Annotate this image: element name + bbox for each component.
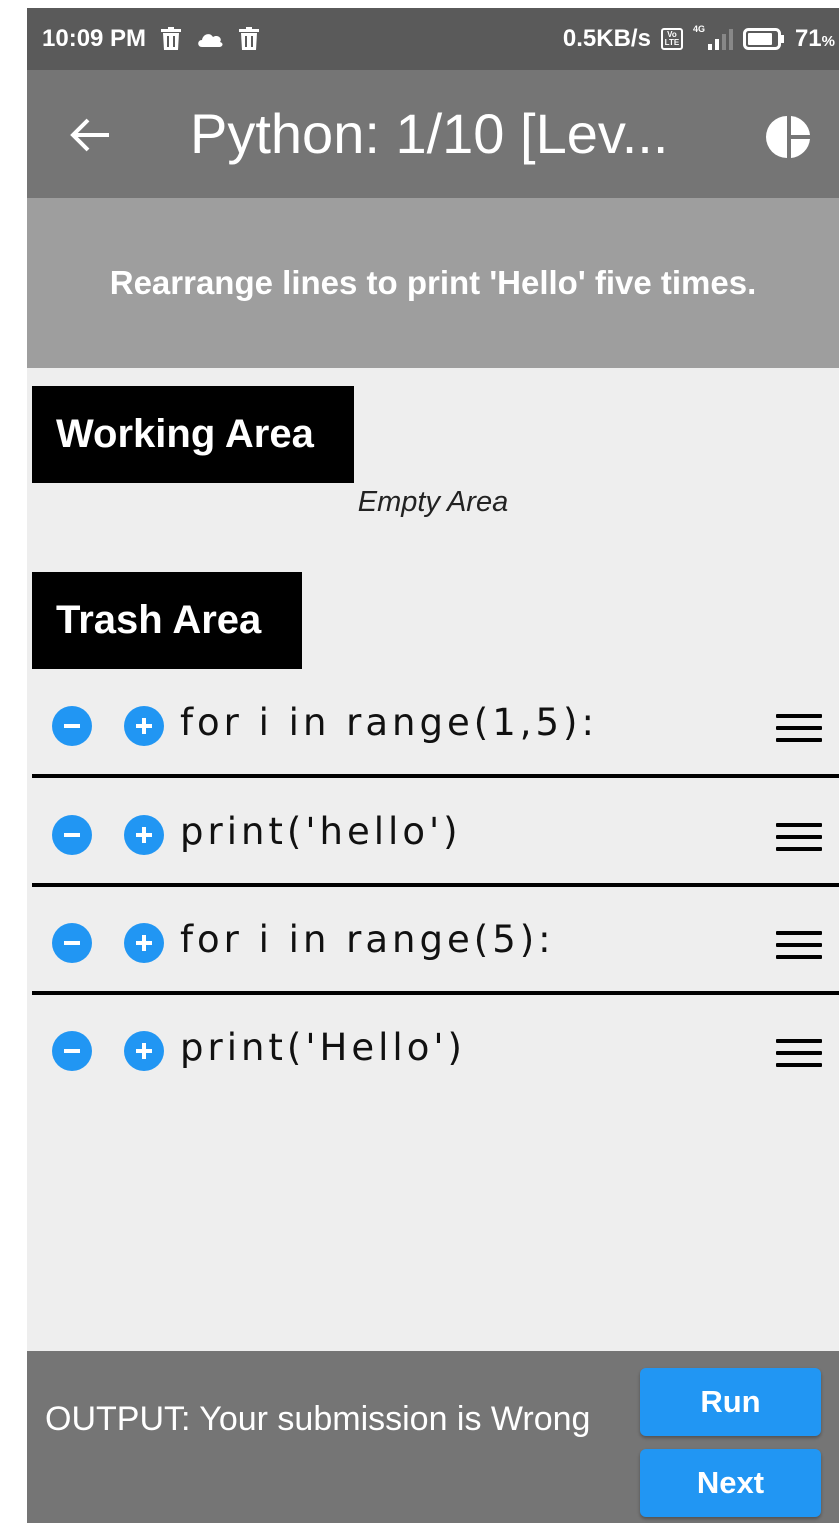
pie-chart-icon bbox=[766, 116, 810, 158]
remove-line-button[interactable] bbox=[52, 923, 92, 963]
add-line-button[interactable] bbox=[124, 815, 164, 855]
app-screen: 10:09 PM 0.5KB/s Vo LTE 4G 71% Python: 1… bbox=[27, 8, 839, 1523]
signal-icon: 4G bbox=[693, 24, 733, 50]
arrow-left-icon bbox=[70, 118, 109, 152]
remove-line-button[interactable] bbox=[52, 706, 92, 746]
drag-handle-icon[interactable] bbox=[776, 1039, 822, 1067]
run-button[interactable]: Run bbox=[640, 1368, 821, 1436]
battery-percent: 71% bbox=[794, 25, 835, 52]
volte-icon: Vo LTE bbox=[660, 28, 683, 50]
output-text: OUTPUT: Your submission is Wrong bbox=[45, 1400, 591, 1438]
minus-icon bbox=[64, 724, 80, 728]
trash-notification-icon bbox=[160, 27, 182, 51]
drag-handle-icon[interactable] bbox=[776, 823, 822, 851]
page-title: Python: 1/10 [Lev... bbox=[190, 102, 669, 165]
code-line-text: print('Hello') bbox=[180, 1026, 466, 1069]
code-line-row[interactable]: print('hello') bbox=[32, 779, 839, 887]
code-line-row[interactable]: print('Hello') bbox=[32, 995, 839, 1103]
plus-icon bbox=[136, 827, 152, 843]
next-button[interactable]: Next bbox=[640, 1449, 821, 1517]
add-line-button[interactable] bbox=[124, 706, 164, 746]
working-area-empty-text: Empty Area bbox=[357, 486, 509, 518]
working-area-label: Working Area bbox=[32, 386, 354, 483]
network-speed: 0.5KB/s bbox=[562, 25, 651, 52]
remove-line-button[interactable] bbox=[52, 1031, 92, 1071]
code-line-text: for i in range(5): bbox=[180, 918, 555, 961]
drag-handle-icon[interactable] bbox=[776, 714, 822, 742]
add-line-button[interactable] bbox=[124, 1031, 164, 1071]
instruction-banner: Rearrange lines to print 'Hello' five ti… bbox=[27, 198, 839, 368]
minus-icon bbox=[64, 941, 80, 945]
minus-icon bbox=[64, 1049, 80, 1053]
code-line-row[interactable]: for i in range(5): bbox=[32, 887, 839, 995]
minus-icon bbox=[64, 833, 80, 837]
back-button[interactable] bbox=[65, 110, 115, 160]
app-bar: Python: 1/10 [Lev... bbox=[27, 70, 839, 198]
stats-button[interactable] bbox=[765, 113, 813, 161]
add-line-button[interactable] bbox=[124, 923, 164, 963]
plus-icon bbox=[136, 718, 152, 734]
status-right: 0.5KB/s Vo LTE 4G 71% bbox=[563, 8, 835, 70]
code-line-row[interactable]: for i in range(1,5): bbox=[32, 670, 839, 778]
status-time: 10:09 PM bbox=[42, 25, 147, 52]
code-line-text: for i in range(1,5): bbox=[180, 701, 598, 744]
battery-icon bbox=[742, 27, 785, 51]
code-line-text: print('hello') bbox=[180, 810, 462, 853]
status-left: 10:09 PM bbox=[42, 8, 260, 70]
drag-handle-icon[interactable] bbox=[776, 931, 822, 959]
output-panel: OUTPUT: Your submission is Wrong Run Nex… bbox=[27, 1351, 839, 1523]
status-bar: 10:09 PM 0.5KB/s Vo LTE 4G 71% bbox=[27, 8, 839, 70]
remove-line-button[interactable] bbox=[52, 815, 92, 855]
trash-area-label: Trash Area bbox=[32, 572, 302, 669]
trash-notification-icon-2 bbox=[238, 27, 260, 51]
plus-icon bbox=[136, 935, 152, 951]
cloud-icon bbox=[196, 29, 224, 49]
plus-icon bbox=[136, 1043, 152, 1059]
